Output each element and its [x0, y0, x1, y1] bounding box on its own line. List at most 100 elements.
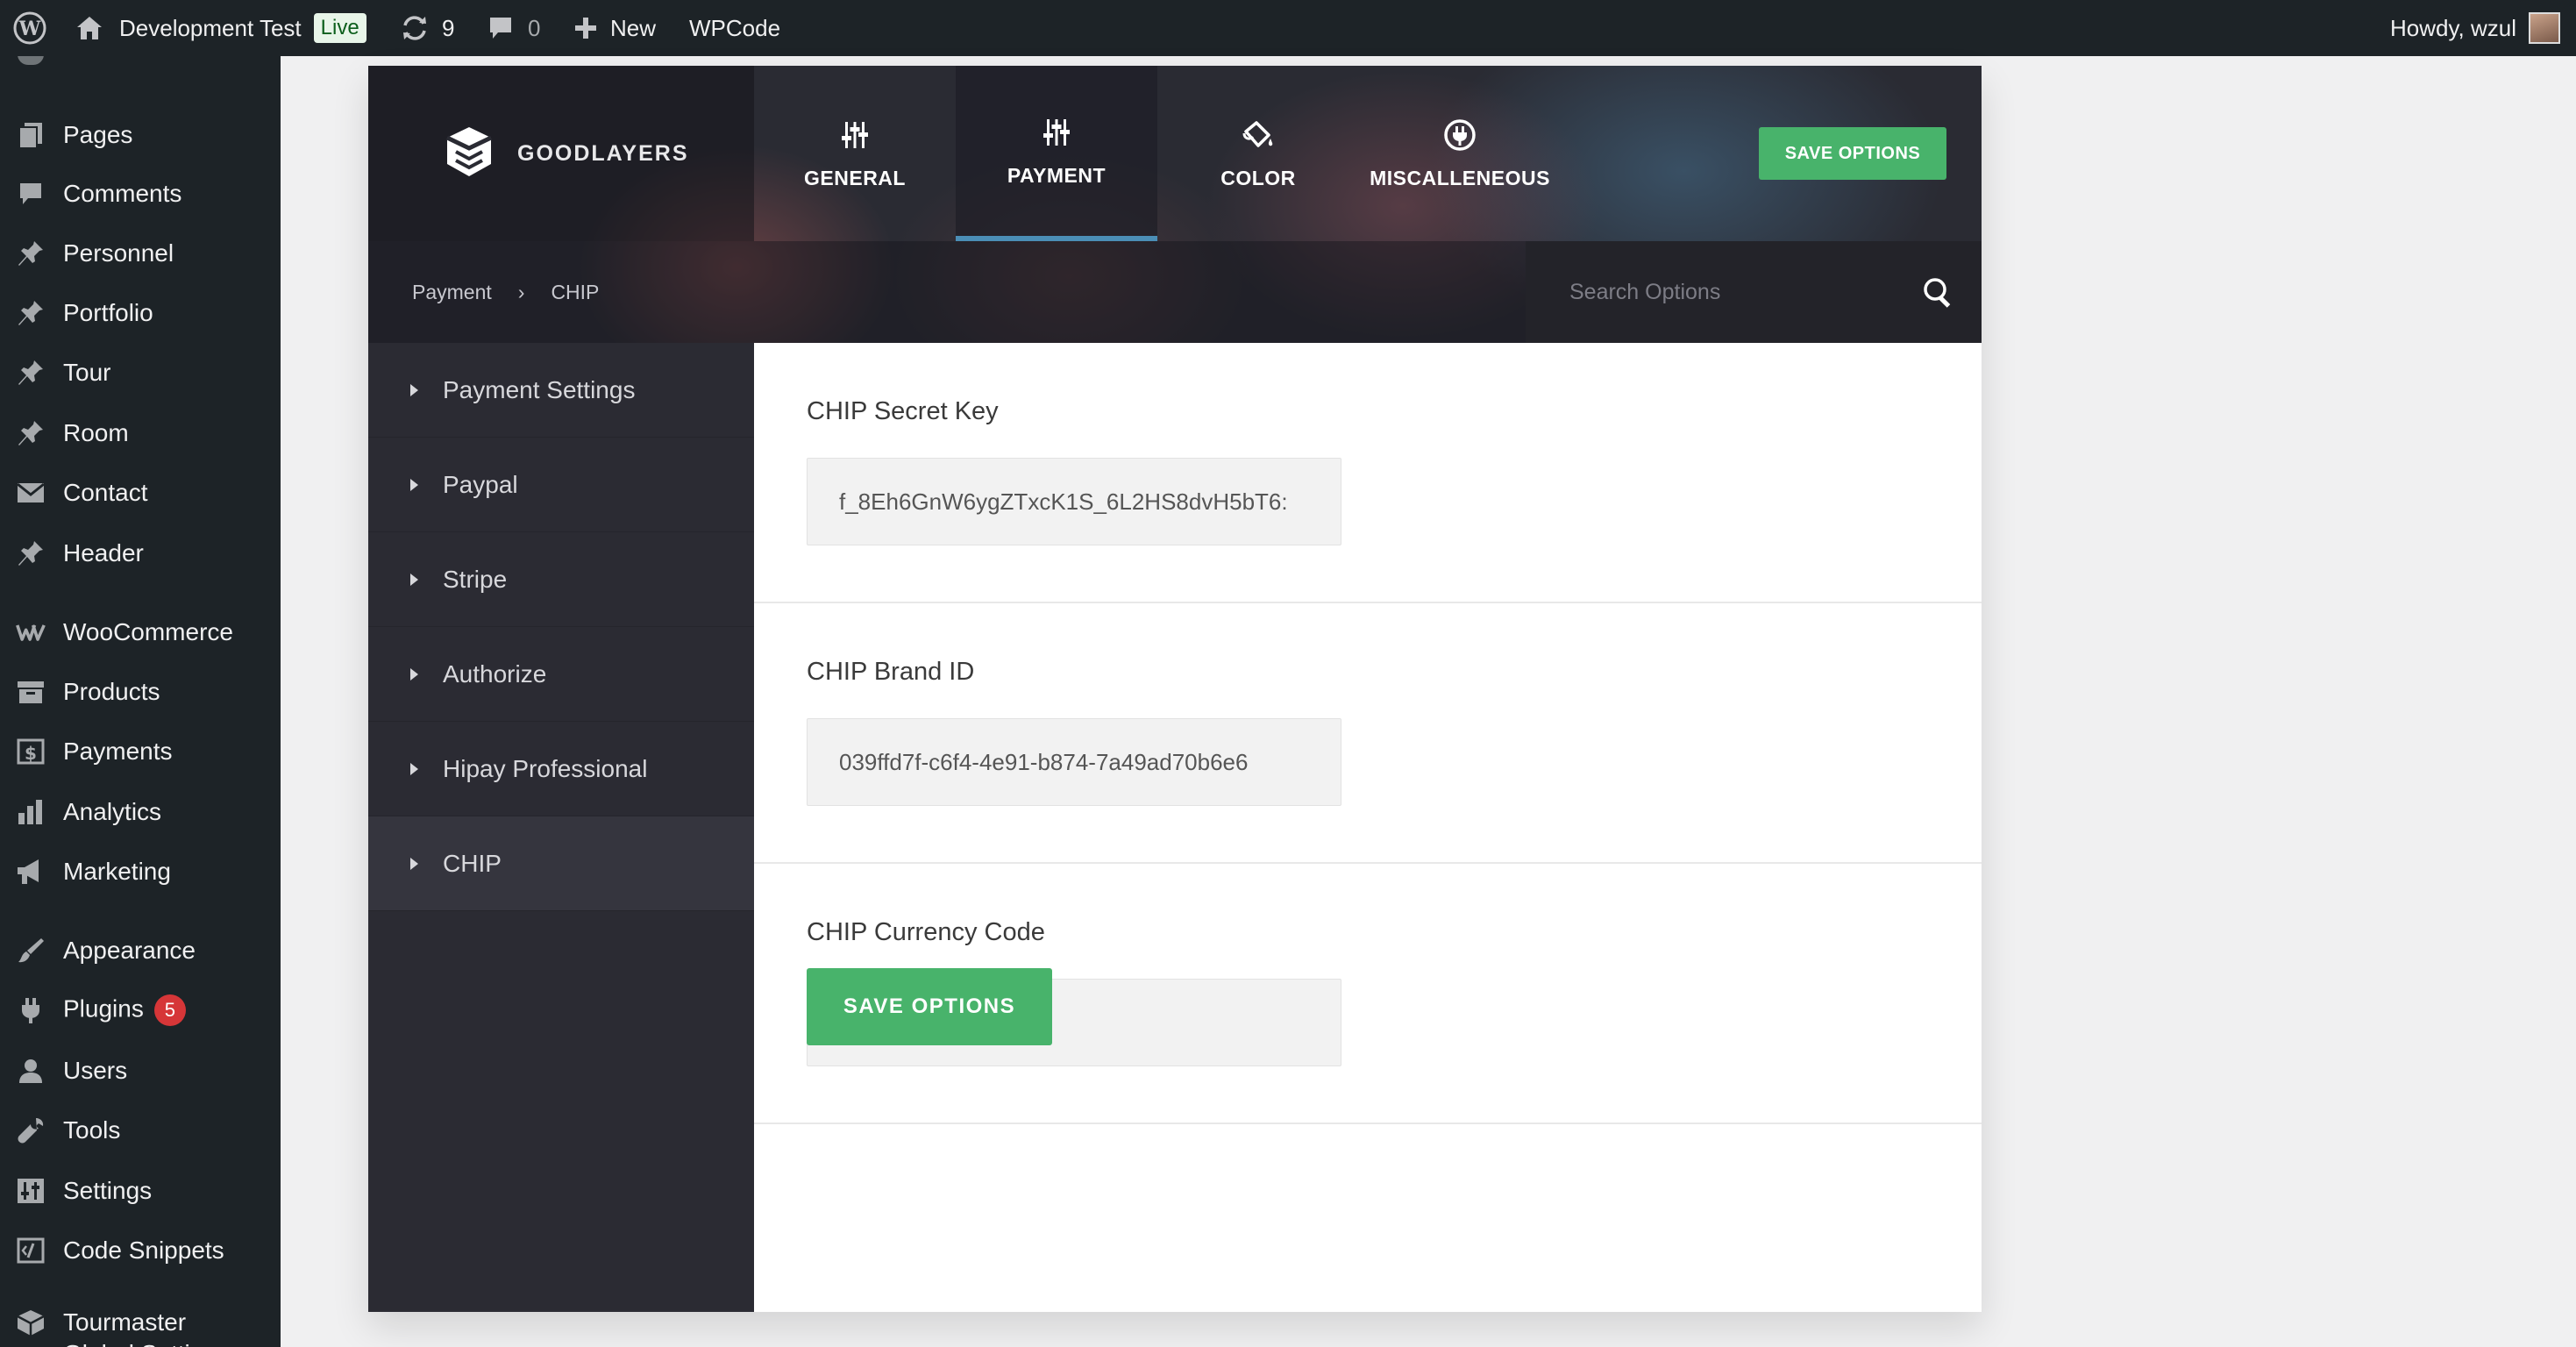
nav-item-hipay-professional[interactable]: Hipay Professional: [368, 722, 754, 816]
menu-item-header[interactable]: Header: [0, 527, 281, 580]
menu-item-portfolio[interactable]: Portfolio: [0, 287, 281, 339]
menu-label: Users: [63, 1057, 128, 1084]
tab-color[interactable]: COLOR: [1157, 66, 1359, 241]
pin-icon: [16, 298, 46, 328]
menu-label: Payments: [63, 738, 173, 765]
tourmaster-label: Tourmaster: [63, 1308, 187, 1336]
plugins-update-badge: 5: [153, 994, 186, 1026]
site-name: Development Test: [119, 14, 302, 41]
comment-bubble-icon: [487, 15, 514, 41]
comments-link[interactable]: 0: [487, 0, 540, 56]
menu-item-contact[interactable]: Contact: [0, 467, 281, 519]
plugins-label: Plugins: [63, 994, 144, 1023]
nav-label: Hipay Professional: [443, 754, 648, 782]
tab-miscalleneous[interactable]: MISCALLENEOUS: [1359, 66, 1561, 241]
field-label: CHIP Currency Code: [807, 918, 1045, 946]
goodlayers-logo: GOODLAYERS: [368, 66, 754, 241]
chip-brand-id-input[interactable]: [807, 718, 1341, 806]
menu-label: Personnel: [63, 239, 174, 267]
menu-label: Comments: [63, 180, 182, 207]
bar-chart-icon: [16, 797, 46, 827]
tab-label: GENERAL: [804, 166, 906, 189]
goodlayers-options-panel: GOODLAYERS GENERAL PAYMENT COLOR MISCALL…: [368, 66, 1982, 1312]
search-input[interactable]: [1526, 241, 1903, 343]
admin-bar: W Development Test Live 9 0 New WPCode H…: [0, 0, 2576, 56]
save-options-button-bottom[interactable]: SAVE OPTIONS: [807, 968, 1052, 1045]
field-label: CHIP Brand ID: [807, 658, 975, 686]
menu-item-woocommerce[interactable]: WooCommerce: [0, 606, 281, 659]
plug-circle-icon: [1443, 118, 1477, 153]
updates-count: 9: [442, 14, 455, 41]
tab-payment[interactable]: PAYMENT: [956, 66, 1157, 241]
refresh-icon: [400, 15, 430, 41]
goodlayers-cube-icon: [444, 125, 495, 182]
nav-item-authorize[interactable]: Authorize: [368, 627, 754, 722]
wpcode-link[interactable]: WPCode: [689, 0, 780, 56]
nav-item-paypal[interactable]: Paypal: [368, 438, 754, 532]
menu-item-room[interactable]: Room: [0, 407, 281, 460]
menu-item-comments[interactable]: Comments: [0, 167, 281, 220]
menu-label: Appearance: [63, 937, 196, 964]
brush-icon: [16, 936, 46, 966]
menu-item-payments[interactable]: $ Payments: [0, 725, 281, 778]
menu-item-personnel[interactable]: Personnel: [0, 227, 281, 280]
mail-icon: [16, 478, 46, 508]
chip-secret-key-input[interactable]: [807, 458, 1341, 545]
options-section-nav: Payment Settings Paypal Stripe Authorize…: [368, 343, 754, 1312]
wordpress-logo-icon[interactable]: W: [12, 0, 47, 56]
field-chip-brand-id: CHIP Brand ID: [754, 603, 1982, 864]
menu-label: Marketing: [63, 858, 171, 885]
my-account-link[interactable]: Howdy, wzul: [2390, 0, 2560, 56]
menu-label: Settings: [63, 1177, 153, 1204]
menu-item-tools[interactable]: Tools: [0, 1104, 281, 1157]
menu-item-tourmaster[interactable]: Tourmaster Global Settings: [0, 1301, 281, 1347]
sliders-icon: [840, 118, 870, 153]
site-name-link[interactable]: Development Test Live: [75, 0, 366, 56]
pages-icon: [16, 120, 46, 150]
menu-item-appearance[interactable]: Appearance: [0, 924, 281, 977]
caret-right-icon: [410, 762, 418, 775]
new-content-link[interactable]: New: [573, 0, 656, 56]
comments-count: 0: [528, 14, 541, 41]
breadcrumb-current: CHIP: [551, 280, 600, 303]
menu-label: WooCommerce: [63, 618, 233, 645]
breadcrumb: Payment › CHIP: [368, 241, 1526, 343]
updates-link[interactable]: 9: [400, 0, 454, 56]
nav-item-chip[interactable]: CHIP: [368, 816, 754, 911]
search-options: [1526, 241, 1982, 343]
caret-right-icon: [410, 667, 418, 681]
menu-item-products[interactable]: Products: [0, 666, 281, 718]
menu-item-users[interactable]: Users: [0, 1044, 281, 1097]
menu-label: Tourmaster Global Settings: [63, 1307, 230, 1347]
nav-label: Paypal: [443, 470, 518, 498]
menu-item-analytics[interactable]: Analytics: [0, 786, 281, 838]
plug-icon: [16, 995, 46, 1025]
nav-item-stripe[interactable]: Stripe: [368, 532, 754, 627]
menu-item-settings[interactable]: Settings: [0, 1165, 281, 1217]
nav-item-payment-settings[interactable]: Payment Settings: [368, 343, 754, 438]
menu-item-pages[interactable]: Pages: [0, 109, 281, 161]
menu-item-tour[interactable]: Tour: [0, 346, 281, 399]
menu-label: Plugins 5: [63, 994, 186, 1026]
tab-label: COLOR: [1220, 166, 1296, 189]
archive-icon: [16, 677, 46, 707]
menu-label: Products: [63, 678, 160, 705]
search-icon[interactable]: [1922, 276, 1955, 314]
menu-item-plugins[interactable]: Plugins 5: [0, 984, 281, 1037]
menu-item-code-snippets[interactable]: Code Snippets: [0, 1224, 281, 1277]
nav-label: Payment Settings: [443, 375, 636, 403]
save-options-button-top[interactable]: SAVE OPTIONS: [1759, 127, 1946, 180]
svg-text:$: $: [25, 743, 37, 764]
menu-label: Tools: [63, 1116, 121, 1144]
breadcrumb-root[interactable]: Payment: [412, 281, 492, 304]
tab-general[interactable]: GENERAL: [754, 66, 956, 241]
menu-partial-icon: [18, 56, 44, 65]
sliders-icon: [1042, 115, 1071, 150]
megaphone-icon: [16, 857, 46, 887]
live-badge: Live: [313, 13, 366, 43]
tab-label: MISCALLENEOUS: [1370, 166, 1550, 189]
brand-name: GOODLAYERS: [517, 140, 689, 166]
caret-right-icon: [410, 383, 418, 396]
menu-item-marketing[interactable]: Marketing: [0, 845, 281, 898]
svg-text:W: W: [18, 18, 41, 40]
